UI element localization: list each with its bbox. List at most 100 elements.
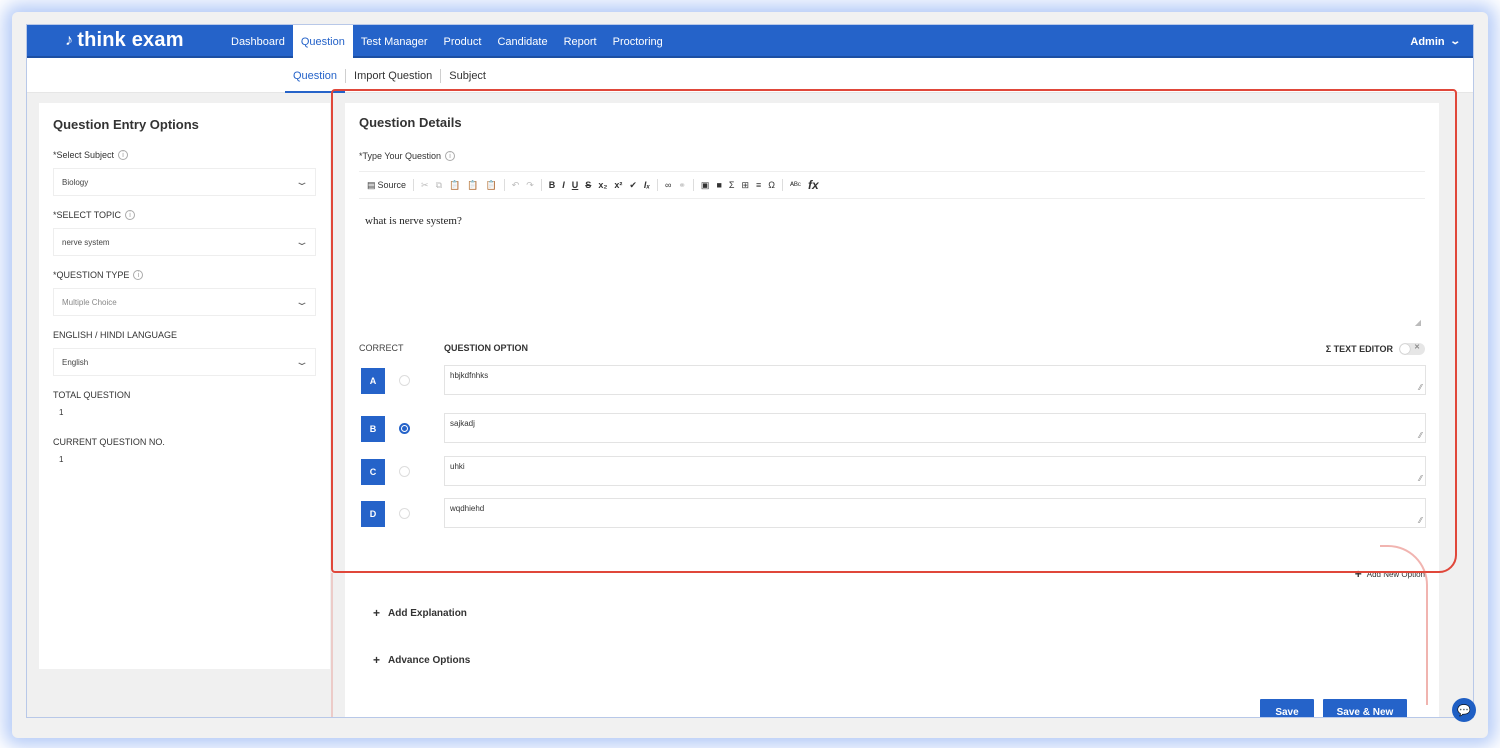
chat-icon[interactable]: 💬 [1452, 698, 1476, 722]
plus-icon: + [373, 653, 381, 667]
resize-handle-icon[interactable]: ◢ [1415, 318, 1421, 327]
subtab-subject[interactable]: Subject [441, 58, 494, 93]
source-button[interactable]: ▤ Source [367, 180, 406, 191]
resize-handle-icon[interactable]: ⁄⁄ [1419, 516, 1422, 525]
superscript-icon[interactable]: x² [614, 180, 622, 190]
resize-handle-icon[interactable]: ⁄⁄ [1419, 431, 1422, 440]
option-letter: B [361, 416, 385, 442]
table-icon[interactable]: ⊞ [741, 180, 749, 191]
paste-icon[interactable]: 📋 [449, 180, 460, 191]
editor-toolbar: ▤ Source ✂ ⧉ 📋 📋 📋 ↶ ↷ B I U S x₂ x² ✔ I… [359, 171, 1425, 199]
save-button[interactable]: Save [1260, 699, 1314, 717]
correct-radio[interactable] [399, 375, 410, 386]
resize-handle-icon[interactable]: ⁄⁄ [1419, 474, 1422, 483]
current-question-value: 1 [59, 455, 64, 464]
topic-select[interactable]: nerve system ⌄ [53, 228, 316, 256]
logo[interactable]: ♪ think exam [65, 29, 184, 52]
sub-navbar: Question Import Question Subject [27, 58, 1473, 93]
redo-icon[interactable]: ↷ [526, 180, 534, 191]
media-icon[interactable]: ■ [716, 180, 721, 190]
sigma-icon[interactable]: Σ [729, 180, 735, 190]
nav-product[interactable]: Product [436, 25, 490, 58]
undo-icon[interactable]: ↶ [512, 180, 520, 191]
question-option-header: QUESTION OPTION [444, 343, 529, 353]
option-letter: C [361, 459, 385, 485]
nav-dashboard[interactable]: Dashboard [223, 25, 293, 58]
logo-note-icon: ♪ [65, 31, 74, 49]
question-editor[interactable]: what is nerve system? ◢ [359, 201, 1425, 329]
subject-select[interactable]: Biology ⌄ [53, 168, 316, 196]
special-char-icon[interactable]: Ω [768, 180, 775, 190]
panel-title: Question Entry Options [53, 117, 199, 132]
option-letter: D [361, 501, 385, 527]
correct-radio[interactable] [399, 423, 410, 434]
option-text-input[interactable]: hbjkdfnhks ⁄⁄ [444, 365, 1426, 395]
remove-format-icon[interactable]: Iₓ [644, 180, 650, 190]
add-new-option-button[interactable]: + Add New Option [1355, 567, 1425, 581]
divider [692, 179, 694, 191]
user-menu[interactable]: Admin ⌄ [1410, 25, 1460, 58]
question-label: *Type Your Question [359, 151, 442, 161]
nav-test-manager[interactable]: Test Manager [353, 25, 436, 58]
option-text-input[interactable]: sajkadj ⁄⁄ [444, 413, 1426, 443]
divider [413, 179, 415, 191]
subscript-icon[interactable]: x₂ [598, 180, 607, 190]
chevron-down-icon: ⌄ [294, 176, 310, 188]
text-editor-toggle[interactable]: ✕ [1399, 343, 1425, 355]
subject-value: Biology [62, 177, 89, 187]
format-painter-icon[interactable]: ✔ [629, 180, 637, 191]
topic-value: nerve system [62, 237, 110, 247]
correct-radio[interactable] [399, 466, 410, 477]
bold-icon[interactable]: B [549, 180, 556, 190]
info-icon: i [118, 150, 129, 160]
formula-icon[interactable]: fx [808, 178, 819, 192]
strikethrough-icon[interactable]: S [585, 180, 591, 190]
logo-text: think exam [77, 29, 184, 51]
paste-text-icon[interactable]: 📋 [467, 180, 478, 191]
italic-icon[interactable]: I [562, 180, 565, 190]
horizontal-line-icon[interactable]: ≡ [756, 180, 761, 190]
language-value: English [62, 357, 89, 367]
save-and-new-button[interactable]: Save & New [1323, 699, 1407, 717]
subject-label: *Select Subject [53, 150, 115, 160]
link-icon[interactable]: ∞ [665, 180, 671, 190]
nav-proctoring[interactable]: Proctoring [605, 25, 671, 58]
text-editor-label: Σ TEXT EDITOR [1325, 344, 1393, 354]
question-type-value: Multiple Choice [62, 297, 117, 307]
underline-icon[interactable]: U [572, 180, 579, 190]
chevron-down-icon: ⌄ [294, 236, 310, 248]
topic-label: *SELECT TOPIC [53, 210, 122, 220]
language-select[interactable]: English ⌄ [53, 348, 316, 376]
option-row: C uhki ⁄⁄ [359, 456, 1426, 486]
subtab-question[interactable]: Question [285, 58, 346, 93]
plus-icon: + [1354, 567, 1362, 581]
unlink-icon[interactable]: ⚭ [678, 180, 686, 191]
main-nav: Dashboard Question Test Manager Product … [223, 25, 671, 58]
copy-icon[interactable]: ⧉ [436, 180, 442, 191]
user-name: Admin [1410, 35, 1445, 48]
image-icon[interactable]: ▣ [701, 180, 710, 191]
add-explanation-button[interactable]: + Add Explanation [373, 606, 467, 620]
nav-report[interactable]: Report [556, 25, 605, 58]
top-navbar: ♪ think exam Dashboard Question Test Man… [27, 25, 1473, 58]
details-title: Question Details [359, 115, 462, 130]
paste-word-icon[interactable]: 📋 [485, 180, 496, 191]
source-label: Source [377, 180, 407, 190]
option-text: hbjkdfnhks [450, 371, 489, 380]
advance-options-button[interactable]: + Advance Options [373, 653, 470, 667]
correct-radio[interactable] [399, 508, 410, 519]
option-text-input[interactable]: uhki ⁄⁄ [444, 456, 1426, 486]
info-icon: i [125, 210, 136, 220]
info-icon: i [445, 151, 456, 161]
resize-handle-icon[interactable]: ⁄⁄ [1419, 383, 1422, 392]
nav-question[interactable]: Question [292, 25, 353, 58]
option-text-input[interactable]: wqdhiehd ⁄⁄ [444, 498, 1426, 528]
nav-candidate[interactable]: Candidate [489, 25, 555, 58]
divider [782, 179, 783, 191]
spellcheck-icon[interactable]: ᴬᴮᶜ [790, 180, 801, 190]
question-type-select[interactable]: Multiple Choice ⌄ [53, 288, 316, 316]
subtab-import-question[interactable]: Import Question [346, 58, 440, 93]
cut-icon[interactable]: ✂ [421, 180, 429, 191]
highlight-annotation-tail [331, 573, 333, 717]
add-explanation-label: Add Explanation [388, 607, 467, 619]
